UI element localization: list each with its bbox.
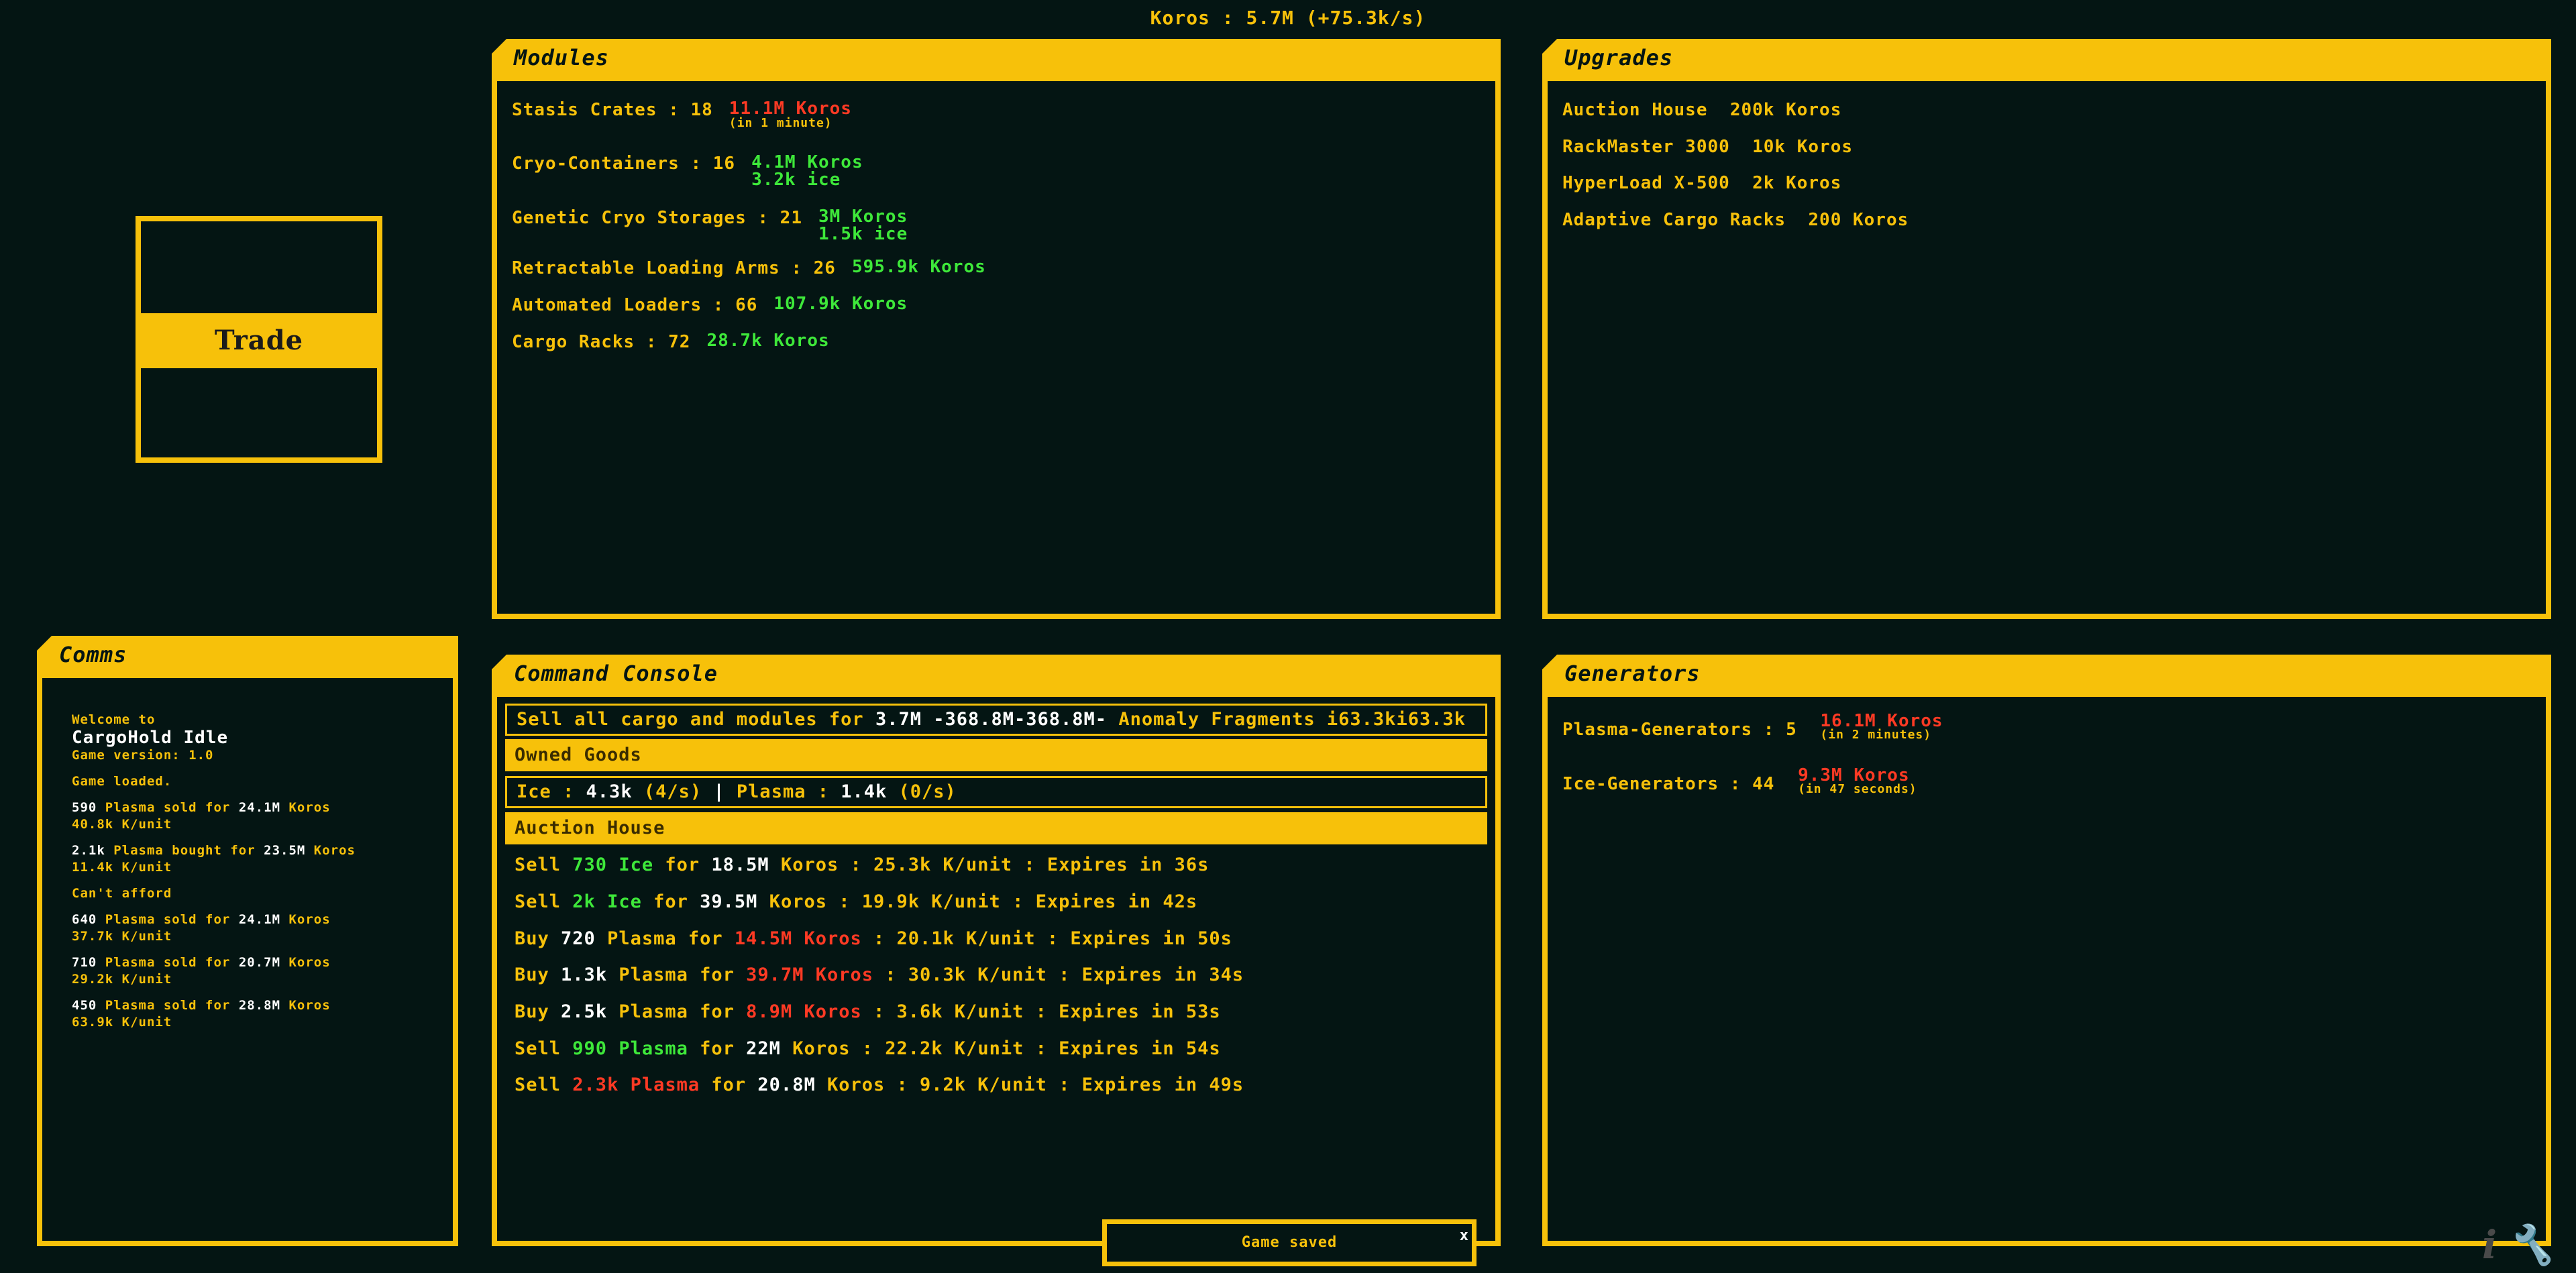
generator-eta: (in 47 seconds) — [1798, 782, 1917, 796]
comms-cant-afford: Can't afford — [72, 886, 172, 901]
upgrade-cost: 200 Koros — [1808, 210, 1909, 230]
info-icon[interactable]: i — [2482, 1222, 2497, 1268]
module-cost: 28.7k Koros — [706, 331, 830, 351]
owned-goods-header: Owned Goods — [505, 739, 1487, 771]
upgrade-auction-house[interactable]: Auction House 200k Koros — [1562, 100, 1841, 120]
module-automated-loaders[interactable]: Automated Loaders : 66 107.9k Koros — [512, 295, 908, 315]
toast-text: Game saved — [1241, 1234, 1338, 1251]
generators-title: Generators — [1564, 661, 1701, 686]
module-genetic-cryo-storages[interactable]: Genetic Cryo Storages : 21 3M Koros 1.5k… — [512, 208, 908, 243]
upgrade-name: HyperLoad X-500 — [1562, 173, 1730, 193]
comms-log[interactable]: Welcome to CargoHold Idle Game version: … — [37, 673, 458, 1246]
upgrade-cost: 200k Koros — [1729, 100, 1842, 120]
upgrade-name: Adaptive Cargo Racks — [1562, 210, 1786, 230]
module-cost-ice: 3.2k ice — [751, 170, 841, 190]
upgrade-name: RackMaster 3000 — [1562, 137, 1730, 157]
upgrade-adaptive-cargo-racks[interactable]: Adaptive Cargo Racks 200 Koros — [1562, 210, 1909, 230]
corner-icons: i 🔧 — [2482, 1222, 2564, 1268]
generator-cost: 9.3M Koros — [1798, 765, 1910, 785]
module-label: Retractable Loading Arms : 26 — [512, 258, 836, 278]
comms-trade-entry: 590 Plasma sold for 24.1M Koros 40.8k K/… — [72, 800, 331, 832]
modules-header: Modules — [492, 39, 1501, 76]
generator-cost: 16.1M Koros — [1820, 711, 1943, 731]
module-stasis-crates[interactable]: Stasis Crates : 18 11.1M Koros (in 1 min… — [512, 100, 852, 129]
module-retractable-loading-arms[interactable]: Retractable Loading Arms : 26 595.9k Kor… — [512, 258, 986, 278]
koros-balance: Koros : 5.7M (+75.3k/s) — [1150, 7, 1426, 29]
comms-trade-entry: 2.1k Plasma bought for 23.5M Koros 11.4k… — [72, 843, 356, 875]
module-cryo-containers[interactable]: Cryo-Containers : 16 4.1M Koros 3.2k ice — [512, 154, 863, 188]
auction-house-header: Auction House — [505, 812, 1487, 844]
comms-loaded: Game loaded. — [72, 774, 172, 789]
comms-trade-entry: 640 Plasma sold for 24.1M Koros 37.7k K/… — [72, 912, 331, 944]
trade-button-label: Trade — [141, 313, 377, 368]
module-label: Cargo Racks : 72 — [512, 332, 691, 352]
generator-ice[interactable]: Ice-Generators : 44 9.3M Koros (in 47 se… — [1562, 767, 1917, 795]
wrench-icon[interactable]: 🔧 — [2506, 1222, 2555, 1268]
module-cost: 4.1M Koros — [751, 152, 863, 172]
auction-offer[interactable]: Buy 1.3k Plasma for 39.7M Koros : 30.3k … — [505, 959, 1487, 991]
module-label: Stasis Crates : 18 — [512, 100, 713, 120]
upgrade-cost: 2k Koros — [1752, 173, 1842, 193]
module-eta: (in 1 minute) — [729, 116, 833, 130]
save-toast: Game saved x — [1102, 1219, 1477, 1266]
console-header: Command Console — [492, 655, 1501, 691]
sell-all-button[interactable]: Sell all cargo and modules for 3.7M -368… — [505, 704, 1487, 736]
comms-trade-entry: 450 Plasma sold for 28.8M Koros 63.9k K/… — [72, 998, 331, 1030]
generators-panel: Generators Plasma-Generators : 5 16.1M K… — [1542, 655, 2551, 1246]
module-cost: 107.9k Koros — [773, 294, 908, 314]
comms-title: Comms — [59, 642, 127, 667]
upgrades-panel: Upgrades Auction House 200k Koros RackMa… — [1542, 39, 2551, 619]
generator-label: Ice-Generators : 44 — [1562, 774, 1775, 794]
module-cost: 595.9k Koros — [851, 257, 986, 277]
module-label: Automated Loaders : 66 — [512, 295, 758, 315]
module-cargo-racks[interactable]: Cargo Racks : 72 28.7k Koros — [512, 332, 830, 352]
module-cost: 3M Koros — [818, 207, 908, 227]
upgrades-header: Upgrades — [1542, 39, 2551, 76]
comms-game-name: CargoHold Idle — [72, 728, 229, 748]
module-label: Genetic Cryo Storages : 21 — [512, 208, 802, 228]
generator-label: Plasma-Generators : 5 — [1562, 720, 1797, 740]
command-console-panel: Command Console Sell all cargo and modul… — [492, 655, 1501, 1246]
upgrade-hyperload-x-500[interactable]: HyperLoad X-500 2k Koros — [1562, 173, 1841, 193]
comms-trade-entry: 710 Plasma sold for 20.7M Koros 29.2k K/… — [72, 955, 331, 987]
auction-offer[interactable]: Buy 2.5k Plasma for 8.9M Koros : 3.6k K/… — [505, 996, 1487, 1028]
modules-title: Modules — [514, 45, 609, 70]
upgrade-rackmaster-3000[interactable]: RackMaster 3000 10k Koros — [1562, 137, 1853, 157]
console-title: Command Console — [514, 661, 718, 686]
auction-offer[interactable]: Sell 2.3k Plasma for 20.8M Koros : 9.2k … — [505, 1069, 1487, 1101]
auction-offer[interactable]: Buy 720 Plasma for 14.5M Koros : 20.1k K… — [505, 923, 1487, 955]
comms-header: Comms — [37, 636, 458, 673]
generators-header: Generators — [1542, 655, 2551, 691]
auction-offer[interactable]: Sell 2k Ice for 39.5M Koros : 19.9k K/un… — [505, 886, 1487, 918]
comms-welcome: Welcome to — [72, 712, 156, 727]
trade-button[interactable]: Trade — [136, 216, 382, 463]
upgrades-title: Upgrades — [1564, 45, 1674, 70]
close-icon[interactable]: x — [1460, 1217, 1469, 1255]
generator-plasma[interactable]: Plasma-Generators : 5 16.1M Koros (in 2 … — [1562, 711, 1943, 742]
comms-panel: Comms Welcome to CargoHold Idle Game ver… — [37, 636, 458, 1246]
upgrade-name: Auction House — [1562, 100, 1708, 120]
upgrade-cost: 10k Koros — [1752, 137, 1854, 157]
auction-offer[interactable]: Sell 730 Ice for 18.5M Koros : 25.3k K/u… — [505, 849, 1487, 881]
modules-panel: Modules Stasis Crates : 18 11.1M Koros (… — [492, 39, 1501, 619]
comms-version: Game version: 1.0 — [72, 748, 214, 763]
owned-goods-row: Ice : 4.3k (4/s) | Plasma : 1.4k (0/s) — [505, 776, 1487, 808]
module-label: Cryo-Containers : 16 — [512, 154, 736, 174]
module-cost-ice: 1.5k ice — [818, 224, 908, 244]
generator-eta: (in 2 minutes) — [1820, 728, 1932, 742]
auction-offer[interactable]: Sell 990 Plasma for 22M Koros : 22.2k K/… — [505, 1033, 1487, 1065]
